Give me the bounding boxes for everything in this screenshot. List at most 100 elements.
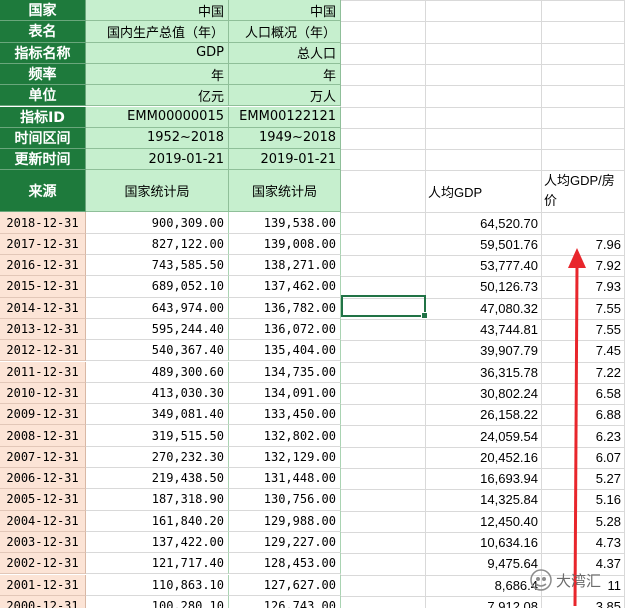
per-capita-gdp-cell[interactable]: 39,907.79 — [426, 340, 542, 361]
date-cell[interactable]: 2011-12-31 — [0, 361, 86, 383]
population-header-cell[interactable]: 人口概况（年） — [229, 21, 341, 43]
population-header-cell[interactable]: 总人口 — [229, 42, 341, 64]
per-capita-gdp-cell[interactable]: 30,802.24 — [426, 383, 542, 404]
gdp-value-cell[interactable]: 413,030.30 — [86, 382, 229, 405]
population-header-cell[interactable]: 年 — [229, 63, 341, 86]
gdp-header-cell[interactable]: 中国 — [86, 0, 229, 22]
population-header-cell[interactable]: 万人 — [229, 85, 341, 107]
gdp-header-cell[interactable]: 年 — [86, 63, 229, 86]
gdp-header-cell[interactable]: EMM00000015 — [86, 106, 229, 128]
gdp-to-house-ratio-cell[interactable] — [542, 212, 625, 233]
date-cell[interactable]: 2004-12-31 — [0, 510, 86, 532]
gdp-value-cell[interactable]: 900,309.00 — [86, 212, 229, 234]
population-header-cell[interactable]: EMM00122121 — [229, 106, 341, 128]
population-value-cell[interactable]: 128,453.00 — [229, 553, 341, 575]
gdp-value-cell[interactable]: 100,280.10 — [86, 595, 229, 608]
date-cell[interactable]: 2017-12-31 — [0, 233, 86, 255]
per-capita-gdp-cell[interactable]: 36,315.78 — [426, 362, 542, 383]
population-header-cell[interactable]: 中国 — [229, 0, 341, 22]
date-cell[interactable]: 2018-12-31 — [0, 212, 86, 234]
gdp-value-cell[interactable]: 827,122.00 — [86, 233, 229, 255]
gdp-value-cell[interactable]: 187,318.90 — [86, 489, 229, 511]
gdp-value-cell[interactable]: 137,422.00 — [86, 531, 229, 554]
population-value-cell[interactable]: 132,129.00 — [229, 446, 341, 468]
gdp-to-house-price-header[interactable]: 人均GDP/房价 — [542, 170, 625, 212]
gdp-value-cell[interactable]: 161,840.20 — [86, 510, 229, 532]
population-value-cell[interactable]: 131,448.00 — [229, 468, 341, 490]
per-capita-gdp-cell[interactable]: 53,777.40 — [426, 255, 542, 276]
gdp-value-cell[interactable]: 643,974.00 — [86, 297, 229, 319]
gdp-header-cell[interactable]: 2019-01-21 — [86, 149, 229, 171]
date-cell[interactable]: 2015-12-31 — [0, 276, 86, 298]
population-value-cell[interactable]: 134,735.00 — [229, 361, 341, 383]
population-value-cell[interactable]: 137,462.00 — [229, 276, 341, 298]
header-label-cell[interactable]: 指标ID — [0, 106, 86, 128]
per-capita-gdp-cell[interactable]: 47,080.32 — [426, 298, 542, 319]
header-label-cell[interactable]: 表名 — [0, 21, 86, 43]
gdp-value-cell[interactable]: 689,052.10 — [86, 276, 229, 298]
gdp-source-cell[interactable]: 国家统计局 — [86, 170, 229, 213]
population-value-cell[interactable]: 134,091.00 — [229, 382, 341, 405]
population-value-cell[interactable]: 136,072.00 — [229, 318, 341, 341]
population-source-cell[interactable]: 国家统计局 — [229, 170, 341, 213]
per-capita-gdp-cell[interactable]: 7,912.08 — [426, 596, 542, 608]
header-label-cell[interactable]: 国家 — [0, 0, 86, 22]
per-capita-gdp-cell[interactable]: 43,744.81 — [426, 319, 542, 340]
date-cell[interactable]: 2016-12-31 — [0, 255, 86, 277]
population-value-cell[interactable]: 135,404.00 — [229, 340, 341, 362]
per-capita-gdp-cell[interactable]: 59,501.76 — [426, 234, 542, 255]
date-cell[interactable]: 2010-12-31 — [0, 382, 86, 405]
date-cell[interactable]: 2005-12-31 — [0, 489, 86, 511]
population-value-cell[interactable]: 129,988.00 — [229, 510, 341, 532]
population-value-cell[interactable]: 127,627.00 — [229, 574, 341, 596]
gdp-header-cell[interactable]: GDP — [86, 42, 229, 64]
population-value-cell[interactable]: 126,743.00 — [229, 595, 341, 608]
population-value-cell[interactable]: 132,802.00 — [229, 425, 341, 447]
per-capita-gdp-cell[interactable]: 12,450.40 — [426, 511, 542, 532]
per-capita-gdp-cell[interactable]: 24,059.54 — [426, 425, 542, 446]
date-cell[interactable]: 2009-12-31 — [0, 404, 86, 426]
gdp-value-cell[interactable]: 110,863.10 — [86, 574, 229, 596]
date-cell[interactable]: 2003-12-31 — [0, 531, 86, 554]
population-value-cell[interactable]: 130,756.00 — [229, 489, 341, 511]
gdp-value-cell[interactable]: 743,585.50 — [86, 255, 229, 277]
fill-handle[interactable] — [421, 312, 428, 319]
per-capita-gdp-header[interactable]: 人均GDP — [426, 170, 542, 212]
population-value-cell[interactable]: 139,538.00 — [229, 212, 341, 234]
population-header-cell[interactable]: 2019-01-21 — [229, 149, 341, 171]
per-capita-gdp-cell[interactable]: 50,126.73 — [426, 276, 542, 297]
per-capita-gdp-cell[interactable]: 8,686.4 — [426, 575, 542, 596]
selected-cell[interactable] — [341, 295, 428, 319]
date-cell[interactable]: 2007-12-31 — [0, 446, 86, 468]
spreadsheet[interactable]: 国家 中国 中国 表名 国内生产总值（年） 人口概况（年） 指标名称 GDP 总人口 频率年年单位… — [0, 0, 625, 608]
date-cell[interactable]: 2012-12-31 — [0, 340, 86, 362]
gdp-value-cell[interactable]: 121,717.40 — [86, 553, 229, 575]
gdp-value-cell[interactable]: 489,300.60 — [86, 361, 229, 383]
gdp-value-cell[interactable]: 349,081.40 — [86, 404, 229, 426]
per-capita-gdp-cell[interactable]: 14,325.84 — [426, 489, 542, 510]
population-value-cell[interactable]: 139,008.00 — [229, 233, 341, 255]
per-capita-gdp-cell[interactable]: 16,693.94 — [426, 468, 542, 489]
header-label-cell[interactable]: 单位 — [0, 85, 86, 107]
gdp-header-cell[interactable]: 1952~2018 — [86, 127, 229, 150]
gdp-value-cell[interactable]: 219,438.50 — [86, 468, 229, 490]
header-label-cell[interactable]: 时间区间 — [0, 127, 86, 150]
gdp-value-cell[interactable]: 319,515.50 — [86, 425, 229, 447]
gdp-header-cell[interactable]: 国内生产总值（年） — [86, 21, 229, 43]
population-value-cell[interactable]: 129,227.00 — [229, 531, 341, 554]
per-capita-gdp-cell[interactable]: 20,452.16 — [426, 447, 542, 468]
gdp-header-cell[interactable]: 亿元 — [86, 85, 229, 107]
gdp-value-cell[interactable]: 540,367.40 — [86, 340, 229, 362]
population-value-cell[interactable]: 136,782.00 — [229, 297, 341, 319]
per-capita-gdp-cell[interactable]: 9,475.64 — [426, 553, 542, 574]
gdp-value-cell[interactable]: 595,244.40 — [86, 318, 229, 341]
header-label-cell[interactable]: 更新时间 — [0, 149, 86, 171]
gdp-value-cell[interactable]: 270,232.30 — [86, 446, 229, 468]
date-cell[interactable]: 2013-12-31 — [0, 318, 86, 341]
per-capita-gdp-cell[interactable]: 10,634.16 — [426, 532, 542, 553]
date-cell[interactable]: 2006-12-31 — [0, 468, 86, 490]
population-value-cell[interactable]: 138,271.00 — [229, 255, 341, 277]
date-cell[interactable]: 2001-12-31 — [0, 574, 86, 596]
per-capita-gdp-cell[interactable]: 26,158.22 — [426, 404, 542, 425]
population-value-cell[interactable]: 133,450.00 — [229, 404, 341, 426]
